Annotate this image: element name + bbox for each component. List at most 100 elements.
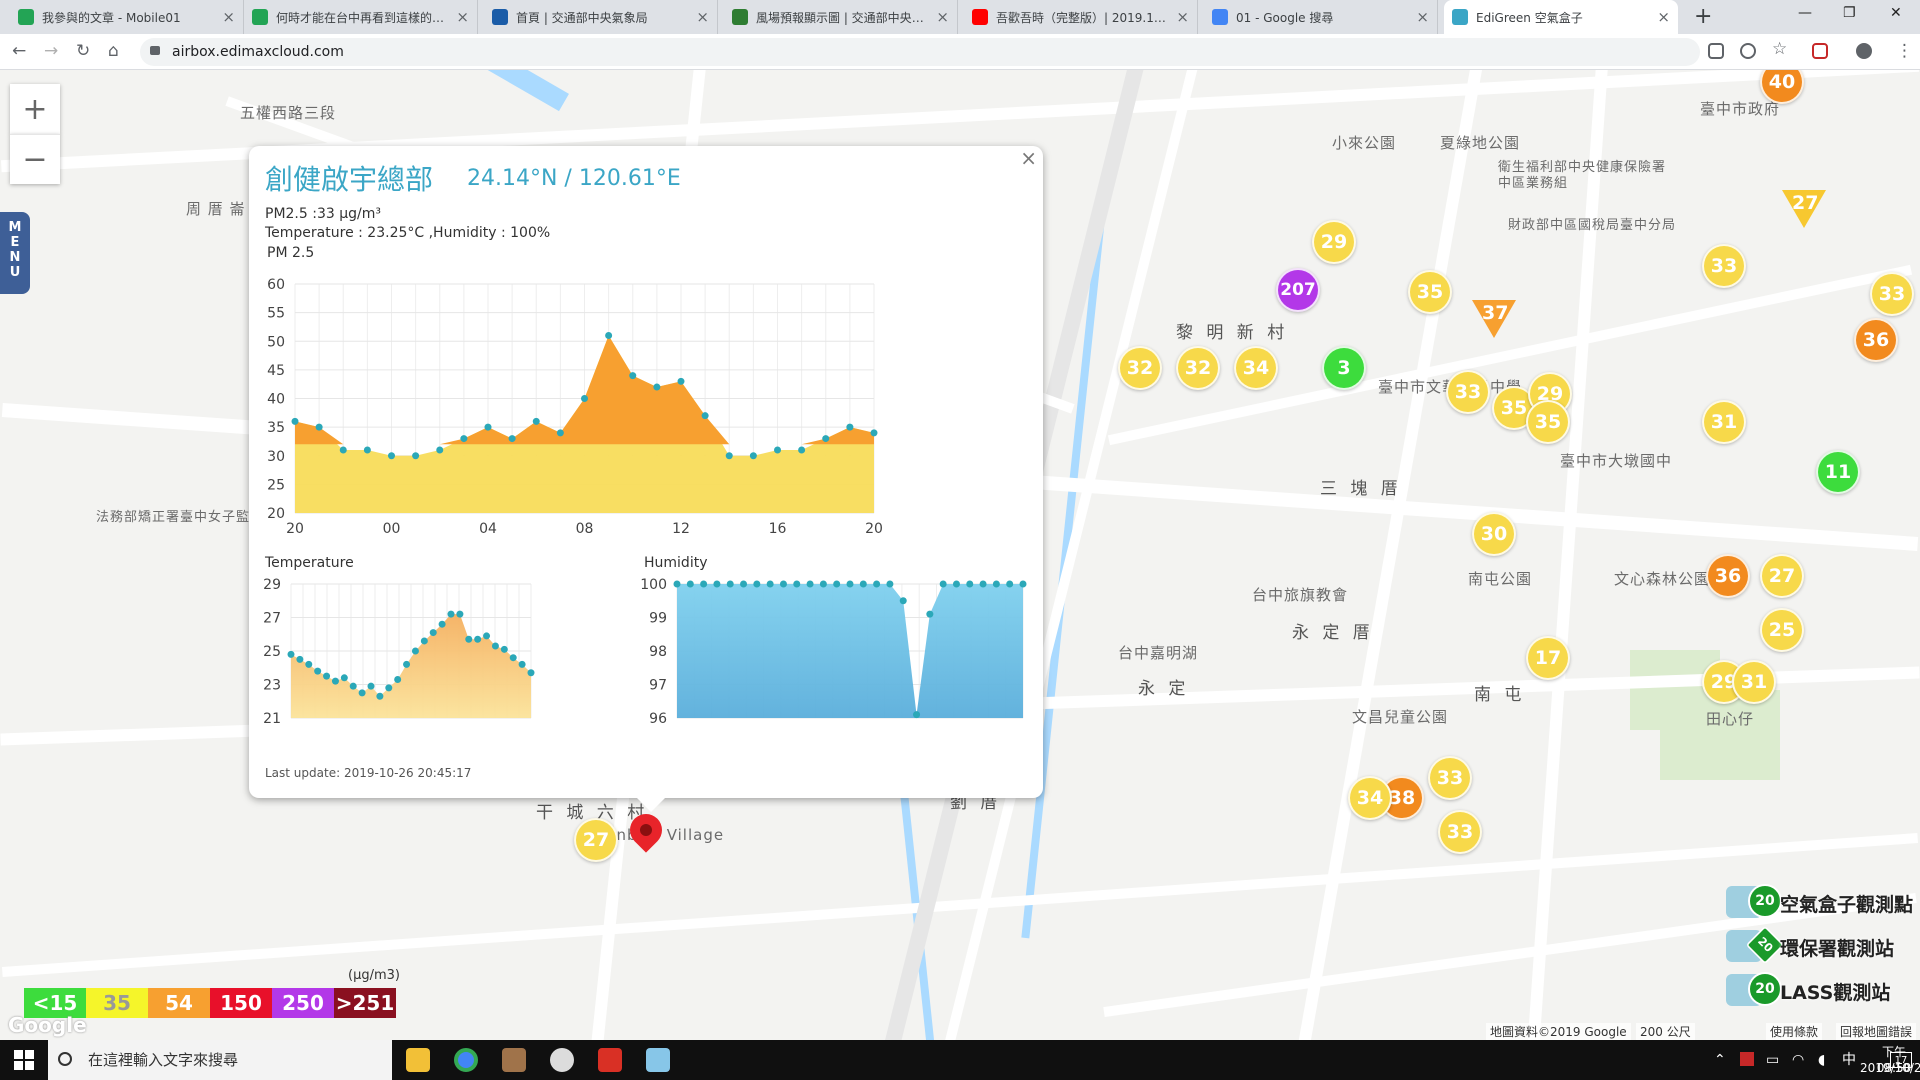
station-marker[interactable]: 11 (1816, 450, 1860, 494)
zoom-out-button[interactable]: − (10, 134, 60, 184)
new-tab-button[interactable]: + (1694, 5, 1712, 29)
taskbar-search-input[interactable]: 在這裡輸入文字來搜尋 (48, 1040, 392, 1080)
report-error-link[interactable]: 回報地圖錯誤 (1836, 1023, 1917, 1040)
tray-chevron-icon[interactable]: ⌃ (1714, 1052, 1726, 1068)
station-marker[interactable]: 27 (574, 818, 618, 862)
tab-3[interactable]: 首頁 | 交通部中央氣象局 × (484, 0, 718, 34)
data-point (870, 429, 878, 437)
reload-icon[interactable]: ↻ (76, 41, 90, 61)
menu-button[interactable]: MENU (0, 212, 30, 294)
close-tab-icon[interactable]: × (696, 8, 709, 26)
x-tick-label: 08 (576, 521, 594, 537)
station-marker[interactable]: 35 (1526, 400, 1570, 444)
station-marker[interactable]: 36 (1706, 554, 1750, 598)
legend-swatch: 250 (272, 988, 334, 1018)
close-tab-icon[interactable]: × (936, 8, 949, 26)
ime-indicator[interactable]: 中 (1842, 1052, 1856, 1068)
data-point (726, 580, 734, 588)
url-input[interactable]: airbox.edimaxcloud.com (140, 38, 1700, 66)
station-marker[interactable]: 3 (1322, 346, 1366, 390)
data-point (779, 580, 787, 588)
back-icon[interactable]: ← (12, 41, 26, 61)
translate-icon[interactable] (1708, 43, 1724, 59)
station-marker[interactable]: 31 (1732, 660, 1776, 704)
zoom-in-button[interactable]: + (10, 84, 60, 134)
station-marker[interactable]: 33 (1870, 272, 1914, 316)
tab-2[interactable]: 何時才能在台中再看到這樣的藍天 × (244, 0, 478, 34)
app-icon-4[interactable] (646, 1048, 670, 1072)
station-marker[interactable]: 34 (1234, 346, 1278, 390)
tab-6[interactable]: 01 - Google 搜尋 × (1204, 0, 1438, 34)
extension-icon[interactable] (1812, 43, 1828, 59)
station-marker[interactable]: 33 (1446, 370, 1490, 414)
close-tab-icon[interactable]: × (222, 8, 235, 26)
station-marker[interactable]: 29 (1312, 220, 1356, 264)
address-bar: ← → ↻ ⌂ airbox.edimaxcloud.com ☆ ⋮ (0, 34, 1920, 70)
station-marker[interactable]: 34 (1348, 776, 1392, 820)
data-point (979, 580, 987, 588)
tab-4[interactable]: 風場預報顯示圖 | 交通部中央氣象局 × (724, 0, 958, 34)
close-tab-icon[interactable]: × (456, 8, 469, 26)
y-tick-label: 23 (263, 678, 281, 694)
station-marker[interactable]: 32 (1118, 346, 1162, 390)
data-point (349, 682, 357, 690)
data-point (1019, 580, 1027, 588)
data-point (833, 580, 841, 588)
data-point (846, 423, 854, 431)
station-marker[interactable]: 30 (1472, 512, 1516, 556)
station-marker[interactable]: 25 (1760, 608, 1804, 652)
data-point (899, 597, 907, 605)
app-icon-2[interactable] (550, 1048, 574, 1072)
close-window-icon[interactable]: ✕ (1890, 5, 1902, 21)
station-marker[interactable]: 27 (1760, 554, 1804, 598)
station-marker[interactable]: 33 (1428, 756, 1472, 800)
forward-icon[interactable]: → (44, 41, 58, 61)
menu-dots-icon[interactable]: ⋮ (1896, 41, 1913, 61)
station-marker[interactable]: 33 (1438, 810, 1482, 854)
close-tab-icon[interactable]: × (1176, 8, 1189, 26)
tab-favicon-icon (492, 9, 508, 25)
terms-link[interactable]: 使用條款 (1766, 1023, 1823, 1040)
file-explorer-icon[interactable] (406, 1048, 430, 1072)
tab-title: 何時才能在台中再看到這樣的藍天 (276, 10, 451, 25)
wifi-icon[interactable]: ◠ (1792, 1052, 1804, 1068)
station-marker[interactable]: 17 (1526, 636, 1570, 680)
map-label: 法務部矯正署臺中女子監獄 (96, 510, 265, 525)
minimize-icon[interactable]: — (1798, 5, 1812, 21)
windows-start-icon[interactable] (14, 1050, 34, 1070)
battery-icon[interactable]: ▭ (1766, 1052, 1779, 1068)
station-marker[interactable]: 31 (1702, 400, 1746, 444)
station-marker-triangle[interactable]: 37 (1472, 300, 1516, 338)
station-marker[interactable]: 32 (1176, 346, 1220, 390)
close-popup-icon[interactable]: × (1020, 146, 1037, 170)
restore-icon[interactable]: ❐ (1843, 5, 1856, 21)
map-label: 永 定 厝 (1292, 623, 1374, 643)
close-tab-icon[interactable]: × (1657, 8, 1670, 26)
home-icon[interactable]: ⌂ (108, 41, 119, 61)
y-tick-label: 20 (267, 506, 285, 522)
profile-icon[interactable] (1856, 43, 1872, 59)
app-icon-1[interactable] (502, 1048, 526, 1072)
last-update: Last update: 2019-10-26 20:45:17 (265, 766, 472, 780)
data-point (340, 674, 348, 682)
zoom-icon[interactable] (1740, 43, 1756, 59)
tab-1[interactable]: 我參與的文章 - Mobile01 × (10, 0, 244, 34)
station-marker[interactable]: 207 (1276, 268, 1320, 312)
data-point (394, 675, 402, 683)
station-marker[interactable]: 35 (1408, 270, 1452, 314)
station-marker[interactable]: 36 (1854, 318, 1898, 362)
close-tab-icon[interactable]: × (1416, 8, 1429, 26)
tab-7[interactable]: EdiGreen 空氣盒子 × (1444, 0, 1678, 34)
app-icon-3[interactable] (598, 1048, 622, 1072)
data-point (483, 632, 491, 640)
tab-5[interactable]: 吾歡吾時（完整版）| 2019.10.2 × (964, 0, 1198, 34)
station-marker-triangle[interactable]: 27 (1782, 190, 1826, 228)
bookmark-star-icon[interactable]: ☆ (1772, 39, 1787, 59)
chrome-icon[interactable] (454, 1048, 478, 1072)
tray-app-icon[interactable] (1740, 1052, 1754, 1066)
volume-icon[interactable]: ◖ (1818, 1052, 1825, 1068)
data-point (532, 417, 540, 425)
pm25-reading: PM2.5 :33 μg/m³ (265, 206, 381, 222)
station-marker[interactable]: 33 (1702, 244, 1746, 288)
notification-badge[interactable]: 17 (1890, 1052, 1912, 1068)
